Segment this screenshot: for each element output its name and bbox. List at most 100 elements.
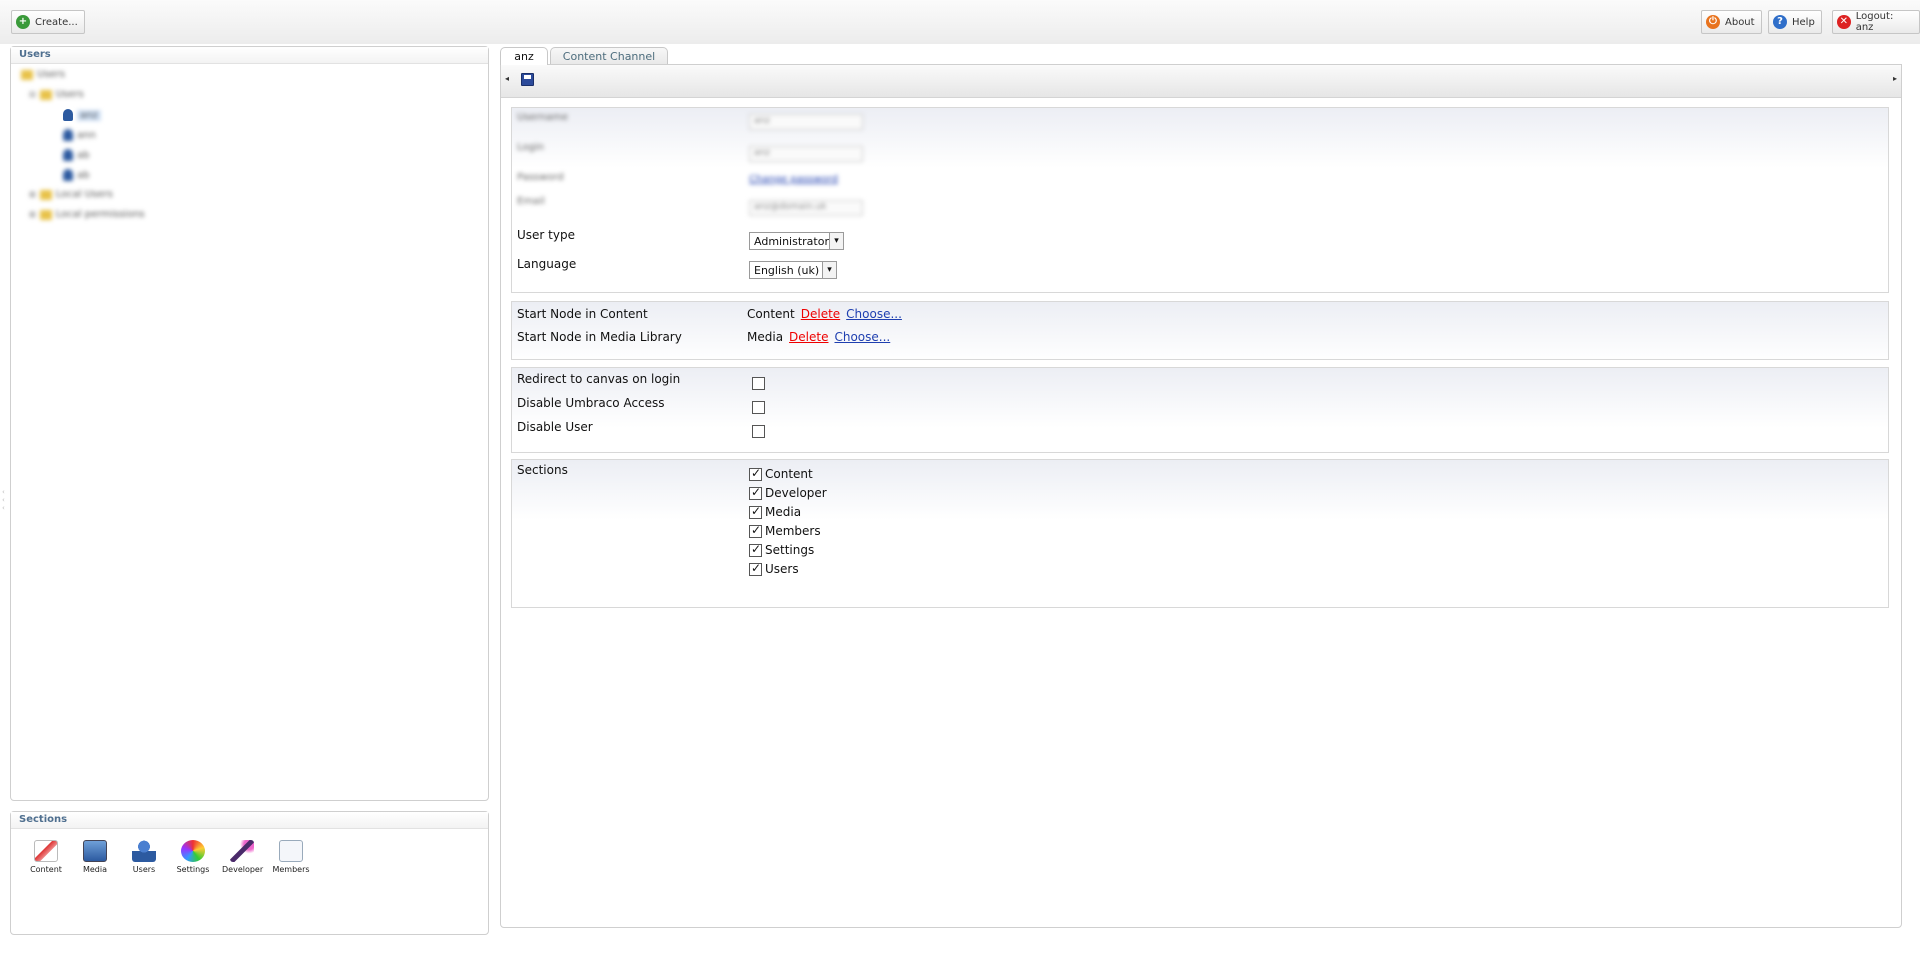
user-type-label: User type [517, 228, 575, 242]
start-media-value: Media [747, 330, 784, 344]
folder-icon [21, 69, 33, 80]
tab-content-channel[interactable]: Content Channel [550, 47, 668, 65]
collapse-icon[interactable]: ⊟ [29, 90, 36, 99]
logout-label: Logout: anz [1855, 11, 1894, 33]
language-label: Language [517, 257, 577, 271]
help-icon: ? [1773, 15, 1787, 29]
developer-icon [230, 840, 254, 862]
save-icon[interactable] [521, 73, 534, 86]
login-field-wrap: anz [749, 146, 863, 162]
sections-panel: Sections Content Media Users Settings De… [10, 811, 489, 935]
help-label: Help [1792, 16, 1815, 28]
tree-panel-title: Users [11, 47, 488, 64]
disable-user-label: Disable User [517, 420, 593, 434]
tree-node-user[interactable]: ab [63, 169, 89, 181]
section-check-media[interactable]: Media [749, 504, 801, 519]
user-icon [63, 109, 73, 121]
splitter-handle[interactable]: ‹ ‹ ‹ [2, 488, 8, 512]
redirect-checkbox-wrap [752, 376, 765, 390]
users-icon [132, 840, 156, 862]
section-check-developer[interactable]: Developer [749, 485, 827, 500]
settings-icon [181, 840, 205, 862]
user-icon [63, 149, 73, 161]
section-check-members[interactable]: Members [749, 523, 821, 538]
language-select[interactable]: English (uk) ▾ [749, 261, 837, 279]
tree-node-local-permissions[interactable]: ⊞ Local permissions [29, 209, 145, 220]
save-icon-label [524, 75, 531, 79]
about-label: About [1725, 16, 1755, 28]
start-content-label: Start Node in Content [517, 307, 648, 321]
tree-node-user[interactable]: ab [63, 149, 89, 161]
user-type-wrap: Administrator ▾ [749, 232, 844, 250]
username-field-wrap: anz [749, 114, 863, 130]
help-button[interactable]: ? Help [1768, 10, 1822, 34]
choose-media-link[interactable]: Choose... [834, 330, 890, 344]
email-field-wrap: anz@domain.uk [749, 200, 863, 216]
user-type-select[interactable]: Administrator ▾ [749, 232, 844, 250]
language-wrap: English (uk) ▾ [749, 261, 837, 279]
change-password-link[interactable]: Change password [749, 174, 838, 185]
start-content-value-wrap: Content Delete Choose... [747, 307, 902, 321]
section-settings[interactable]: Settings [173, 840, 213, 874]
main-content: ◂ ▸ Username anz Login anz Password Chan… [500, 64, 1902, 928]
sections-group: Sections Content Developer Media Members… [511, 459, 1889, 608]
create-button[interactable]: + Create... [11, 10, 85, 34]
section-check-settings[interactable]: Settings [749, 542, 814, 557]
tree-node-users[interactable]: ⊟ Users [29, 89, 84, 100]
folder-icon [39, 209, 52, 220]
choose-content-link[interactable]: Choose... [846, 307, 902, 321]
checkbox-checked[interactable] [749, 561, 762, 576]
section-members[interactable]: Members [271, 840, 311, 874]
section-check-users[interactable]: Users [749, 561, 799, 576]
expand-icon[interactable]: ⊞ [29, 210, 36, 219]
email-input[interactable]: anz@domain.uk [749, 200, 863, 216]
section-developer[interactable]: Developer [222, 840, 263, 874]
disable-access-checkbox-wrap [752, 400, 765, 414]
chevron-down-icon: ▾ [829, 233, 843, 249]
disable-user-checkbox[interactable] [752, 425, 765, 438]
members-icon [279, 840, 303, 862]
tree-node-user[interactable]: ann [63, 129, 96, 141]
checkbox-checked[interactable] [749, 542, 762, 557]
media-icon [83, 840, 107, 862]
checkbox-checked[interactable] [749, 504, 762, 519]
scroll-left-icon[interactable]: ◂ [505, 74, 509, 83]
user-icon [63, 169, 73, 181]
folder-icon [39, 189, 52, 200]
delete-content-link[interactable]: Delete [801, 307, 840, 321]
disable-access-checkbox[interactable] [752, 401, 765, 414]
section-users[interactable]: Users [124, 840, 164, 874]
tree-node-root[interactable]: Users [21, 69, 65, 80]
start-content-value: Content [747, 307, 795, 321]
delete-media-link[interactable]: Delete [789, 330, 828, 344]
email-label: Email [517, 196, 545, 207]
tree-node-local-users[interactable]: ⊞ Local Users [29, 189, 113, 200]
disable-access-label: Disable Umbraco Access [517, 396, 665, 410]
disable-user-checkbox-wrap [752, 424, 765, 438]
power-icon: ⏻ [1706, 15, 1720, 29]
add-icon: + [16, 15, 30, 29]
login-input[interactable]: anz [749, 146, 863, 162]
start-media-value-wrap: Media Delete Choose... [747, 330, 890, 344]
expand-icon[interactable]: ⊞ [29, 190, 36, 199]
password-label: Password [517, 172, 564, 183]
checkbox-checked[interactable] [749, 466, 762, 481]
section-media[interactable]: Media [75, 840, 115, 874]
redirect-checkbox[interactable] [752, 377, 765, 390]
tree-node-user-anz[interactable]: anz [63, 109, 101, 121]
about-button[interactable]: ⏻ About [1701, 10, 1762, 34]
redirect-label: Redirect to canvas on login [517, 372, 681, 386]
tab-anz[interactable]: anz [500, 47, 548, 65]
logout-button[interactable]: ✕ Logout: anz [1832, 10, 1920, 34]
tree-panel: Users Users ⊟ Users anz ann ab ab ⊞ Loca… [10, 46, 489, 801]
scroll-right-icon[interactable]: ▸ [1893, 74, 1897, 83]
login-label: Login [517, 142, 544, 153]
user-icon [63, 129, 73, 141]
username-input[interactable]: anz [749, 114, 863, 130]
sections-panel-title: Sections [11, 812, 488, 829]
section-content[interactable]: Content [26, 840, 66, 874]
section-check-content[interactable]: Content [749, 466, 813, 481]
checkbox-checked[interactable] [749, 523, 762, 538]
checkbox-checked[interactable] [749, 485, 762, 500]
chevron-down-icon: ▾ [822, 262, 836, 278]
